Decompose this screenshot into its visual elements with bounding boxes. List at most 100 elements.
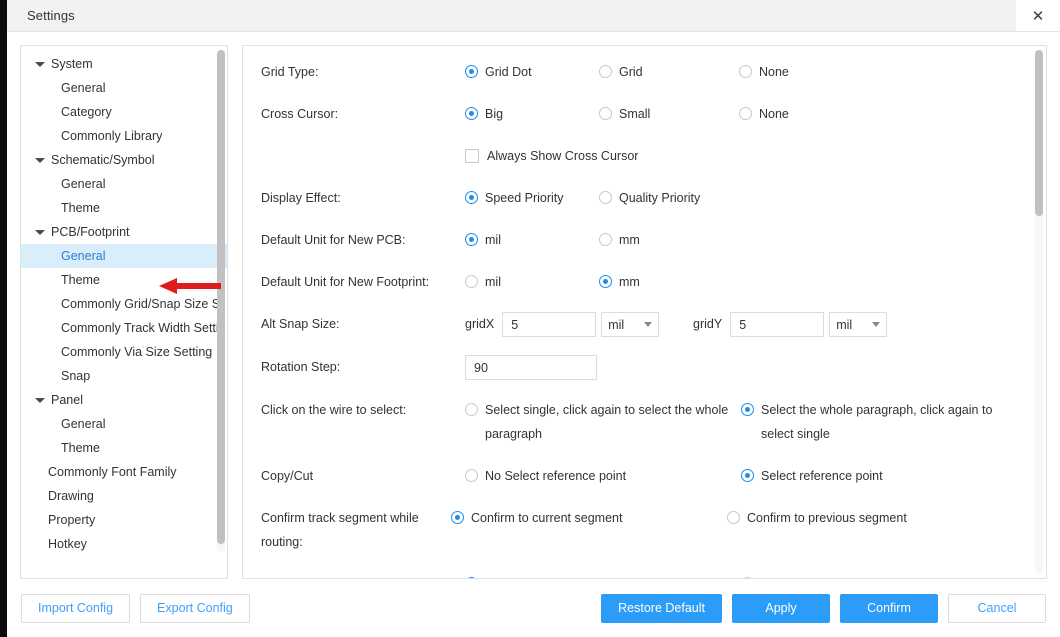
sidebar-item-label: General bbox=[61, 417, 106, 431]
radio-grid-none[interactable]: None bbox=[739, 60, 789, 84]
radio-no-select-reference-point[interactable]: No Select reference point bbox=[465, 464, 741, 488]
sidebar-item-general[interactable]: General bbox=[21, 76, 227, 100]
checkbox-always-show-cross-cursor[interactable]: Always Show Cross Cursor bbox=[465, 144, 638, 168]
sidebar-item-theme[interactable]: Theme bbox=[21, 196, 227, 220]
radio-speed-priority[interactable]: Speed Priority bbox=[465, 186, 599, 210]
sidebar-item-commonly-font-family[interactable]: Commonly Font Family bbox=[21, 460, 227, 484]
radio-label-cursor-none: None bbox=[759, 107, 789, 121]
options-alt-snap-size: gridX mil gridY bbox=[465, 312, 1028, 337]
sidebar-item-commonly-track-width-setti[interactable]: Commonly Track Width Setti bbox=[21, 316, 227, 340]
radio-right-click-end-drawing[interactable]: Right-click to end drawing, Ctrl+Right-C… bbox=[465, 572, 741, 578]
radio-label-select-paragraph-first: Select the whole paragraph, click again … bbox=[761, 403, 993, 441]
sidebar-scrollbar-thumb[interactable] bbox=[217, 50, 225, 544]
options-default-unit-footprint: mil mm bbox=[465, 270, 1028, 294]
dialog-footer: Import Config Export Config Restore Defa… bbox=[7, 579, 1060, 637]
radio-indicator-cursor-none bbox=[739, 107, 752, 120]
close-icon[interactable]: ✕ bbox=[1016, 0, 1060, 31]
panel-scrollbar-thumb[interactable] bbox=[1035, 50, 1043, 216]
gridx-group: gridX mil bbox=[465, 312, 693, 337]
sidebar-item-system[interactable]: System bbox=[21, 52, 227, 76]
sidebar-item-hotkey[interactable]: Hotkey bbox=[21, 532, 227, 556]
caret-down-icon[interactable] bbox=[35, 229, 45, 235]
chevron-down-icon bbox=[872, 322, 881, 327]
sidebar-item-pcb-footprint[interactable]: PCB/Footprint bbox=[21, 220, 227, 244]
sidebar-item-theme[interactable]: Theme bbox=[21, 436, 227, 460]
gridx-unit-select[interactable]: mil bbox=[601, 312, 660, 337]
sidebar-item-label: Commonly Via Size Setting bbox=[61, 345, 213, 359]
radio-select-reference-point[interactable]: Select reference point bbox=[741, 464, 883, 488]
radio-label-quality-priority: Quality Priority bbox=[619, 191, 701, 205]
radio-label-speed-priority: Speed Priority bbox=[485, 191, 564, 205]
sidebar-item-commonly-via-size-setting[interactable]: Commonly Via Size Setting bbox=[21, 340, 227, 364]
radio-ctrl-right-click-end-drawing[interactable]: Ctrl+Right-Click to end drawing, Right-C… bbox=[741, 572, 1015, 578]
sidebar-item-general[interactable]: General bbox=[21, 172, 227, 196]
confirm-button[interactable]: Confirm bbox=[840, 593, 938, 623]
sidebar-item-panel[interactable]: Panel bbox=[21, 388, 227, 412]
checkbox-indicator-always-show-cross-cursor bbox=[465, 149, 479, 163]
radio-label-grid: Grid bbox=[619, 65, 643, 79]
sidebar-item-category[interactable]: Category bbox=[21, 100, 227, 124]
apply-button[interactable]: Apply bbox=[732, 593, 830, 623]
cancel-button[interactable]: Cancel bbox=[948, 593, 1046, 623]
label-cross-cursor: Cross Cursor: bbox=[261, 107, 339, 121]
radio-indicator-pcb-unit-mil bbox=[465, 233, 478, 246]
options-default-unit-pcb: mil mm bbox=[465, 228, 1028, 252]
sidebar-item-label: Commonly Library bbox=[61, 129, 163, 143]
options-cross-cursor: Big Small None bbox=[465, 102, 1028, 126]
sidebar-scrollbar[interactable] bbox=[217, 50, 225, 552]
chevron-down-icon bbox=[644, 322, 653, 327]
gridy-group: gridY mil bbox=[693, 312, 888, 337]
radio-quality-priority[interactable]: Quality Priority bbox=[599, 186, 700, 210]
radio-footprint-unit-mm[interactable]: mm bbox=[599, 270, 640, 294]
caret-down-icon[interactable] bbox=[35, 397, 45, 403]
radio-label-pcb-unit-mm: mm bbox=[619, 233, 640, 247]
sidebar-item-label: General bbox=[61, 249, 106, 263]
caret-down-icon[interactable] bbox=[35, 61, 45, 67]
radio-pcb-unit-mm[interactable]: mm bbox=[599, 228, 640, 252]
radio-cursor-none[interactable]: None bbox=[739, 102, 789, 126]
panel-scrollbar[interactable] bbox=[1035, 50, 1043, 574]
radio-indicator-ctrl-right-click-end-drawing bbox=[741, 577, 754, 578]
row-end-primitives-drawing: End primitives drawing: Right-click to e… bbox=[261, 572, 1028, 578]
sidebar-item-property[interactable]: Property bbox=[21, 508, 227, 532]
sidebar-item-theme[interactable]: Theme bbox=[21, 268, 227, 292]
gridx-input[interactable] bbox=[502, 312, 597, 337]
radio-grid-dot[interactable]: Grid Dot bbox=[465, 60, 599, 84]
import-config-button[interactable]: Import Config bbox=[21, 593, 131, 623]
radio-footprint-unit-mil[interactable]: mil bbox=[465, 270, 599, 294]
radio-pcb-unit-mil[interactable]: mil bbox=[465, 228, 599, 252]
sidebar-item-label: Commonly Font Family bbox=[48, 465, 177, 479]
radio-confirm-current-segment[interactable]: Confirm to current segment bbox=[451, 506, 727, 530]
sidebar-item-drawing[interactable]: Drawing bbox=[21, 484, 227, 508]
sidebar-item-label: Theme bbox=[61, 441, 100, 455]
radio-indicator-right-click-end-drawing bbox=[465, 577, 478, 578]
row-rotation-step: Rotation Step: bbox=[261, 355, 1028, 380]
radio-indicator-pcb-unit-mm bbox=[599, 233, 612, 246]
sidebar-item-schematic-symbol[interactable]: Schematic/Symbol bbox=[21, 148, 227, 172]
restore-default-button[interactable]: Restore Default bbox=[601, 593, 722, 623]
settings-tree: System General Category Commonly Library Sch… bbox=[21, 46, 227, 556]
options-always-show-cross-cursor: Always Show Cross Cursor bbox=[465, 144, 1028, 168]
export-config-button[interactable]: Export Config bbox=[140, 593, 250, 623]
label-click-wire-to-select: Click on the wire to select: bbox=[261, 403, 407, 417]
radio-indicator-grid bbox=[599, 65, 612, 78]
radio-select-paragraph-first[interactable]: Select the whole paragraph, click again … bbox=[741, 398, 1017, 446]
radio-label-pcb-unit-mil: mil bbox=[485, 233, 501, 247]
radio-cursor-big[interactable]: Big bbox=[465, 102, 599, 126]
radio-confirm-previous-segment[interactable]: Confirm to previous segment bbox=[727, 506, 907, 530]
gridy-input[interactable] bbox=[730, 312, 825, 337]
sidebar-item-commonly-library[interactable]: Commonly Library bbox=[21, 124, 227, 148]
rotation-step-input[interactable] bbox=[465, 355, 597, 380]
sidebar-item-general[interactable]: General bbox=[21, 244, 227, 268]
gridy-unit-select[interactable]: mil bbox=[829, 312, 888, 337]
caret-down-icon[interactable] bbox=[35, 157, 45, 163]
radio-cursor-small[interactable]: Small bbox=[599, 102, 739, 126]
sidebar-item-general[interactable]: General bbox=[21, 412, 227, 436]
radio-select-single-first[interactable]: Select single, click again to select the… bbox=[465, 398, 741, 446]
sidebar-item-commonly-grid-snap-size-s[interactable]: Commonly Grid/Snap Size S bbox=[21, 292, 227, 316]
sidebar-item-snap[interactable]: Snap bbox=[21, 364, 227, 388]
radio-label-select-single-first: Select single, click again to select the… bbox=[485, 403, 729, 441]
radio-label-cursor-big: Big bbox=[485, 107, 504, 121]
radio-grid[interactable]: Grid bbox=[599, 60, 739, 84]
row-default-unit-footprint: Default Unit for New Footprint: mil mm bbox=[261, 270, 1028, 294]
